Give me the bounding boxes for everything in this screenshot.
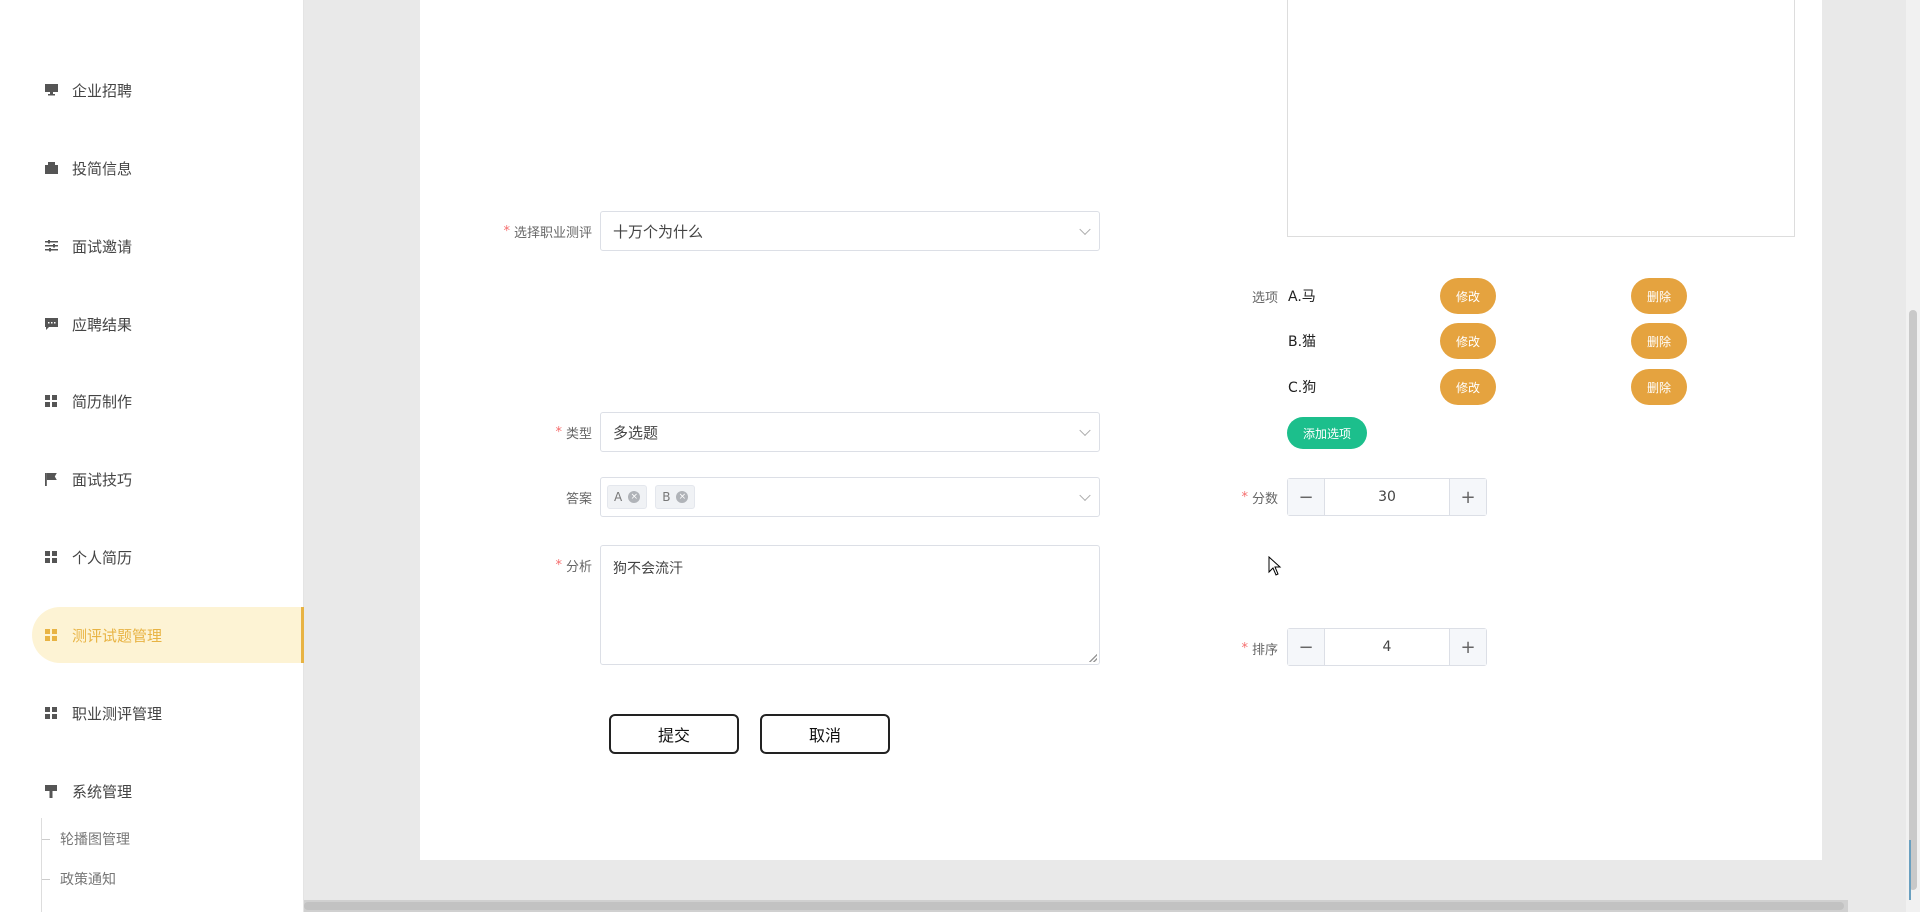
sidebar-subitem-label: 政策通知 xyxy=(60,872,116,888)
sidebar-item-interview-invitations[interactable]: 面试邀请 xyxy=(32,218,304,274)
order-stepper[interactable]: − 4 + xyxy=(1287,628,1487,666)
analysis-textarea[interactable]: 狗不会流汗 xyxy=(600,545,1100,665)
edit-option-b-button[interactable]: 修改 xyxy=(1440,323,1496,359)
answer-label: 答案 xyxy=(565,491,592,507)
order-value[interactable]: 4 xyxy=(1325,629,1449,665)
grid-icon xyxy=(44,394,58,408)
analysis-text: 狗不会流汗 xyxy=(613,561,683,577)
delete-option-a-button[interactable]: 删除 xyxy=(1631,278,1687,314)
chevron-down-icon xyxy=(1079,424,1091,437)
sidebar-item-enterprise-recruitment[interactable]: 企业招聘 xyxy=(32,62,304,118)
type-label: * 类型 xyxy=(555,424,592,442)
wallet-icon xyxy=(44,161,58,175)
score-increment-button[interactable]: + xyxy=(1449,479,1486,515)
submit-button[interactable]: 提交 xyxy=(609,714,739,754)
edit-option-a-button[interactable]: 修改 xyxy=(1440,278,1496,314)
resize-grip-icon[interactable] xyxy=(1089,654,1097,662)
analysis-label: * 分析 xyxy=(555,557,592,575)
scroll-position-marker xyxy=(1909,840,1917,900)
cancel-button[interactable]: 取消 xyxy=(760,714,890,754)
sidebar-subitem-policy-notice[interactable]: 政策通知 xyxy=(42,866,116,892)
sidebar-item-resume-submissions[interactable]: 投简信息 xyxy=(32,140,304,196)
score-stepper[interactable]: − 30 + xyxy=(1287,478,1487,516)
sidebar-item-label: 面试技巧 xyxy=(72,470,133,489)
vertical-scrollbar[interactable] xyxy=(1906,0,1920,912)
order-label: * 排序 xyxy=(1241,640,1278,658)
sidebar: 企业招聘 投简信息 面试邀请 应聘结果 简历制作 面试技巧 个人简历 测评试题管… xyxy=(0,0,304,912)
answer-select[interactable]: A × B × xyxy=(600,477,1100,517)
sidebar-item-label: 职业测评管理 xyxy=(72,704,163,723)
brush-icon xyxy=(44,784,58,798)
delete-option-c-button[interactable]: 删除 xyxy=(1631,369,1687,405)
sidebar-item-application-results[interactable]: 应聘结果 xyxy=(32,296,304,352)
vertical-scrollbar-thumb[interactable] xyxy=(1909,310,1917,890)
option-text-c: C.狗 xyxy=(1288,380,1317,396)
close-icon[interactable]: × xyxy=(628,491,641,503)
score-decrement-button[interactable]: − xyxy=(1288,479,1325,515)
score-value[interactable]: 30 xyxy=(1325,479,1449,515)
type-select[interactable]: 多选题 xyxy=(600,412,1100,452)
sidebar-item-resume-builder[interactable]: 简历制作 xyxy=(32,373,304,429)
sidebar-item-interview-tips[interactable]: 面试技巧 xyxy=(32,451,304,507)
sliders-icon xyxy=(44,239,58,253)
answer-tag-a: A × xyxy=(607,485,648,509)
horizontal-scrollbar[interactable] xyxy=(304,900,1848,912)
sidebar-subitem-carousel-management[interactable]: 轮播图管理 xyxy=(42,826,130,852)
sidebar-item-label: 投简信息 xyxy=(72,159,133,178)
sidebar-item-career-assessment-management[interactable]: 职业测评管理 xyxy=(32,685,304,741)
assessment-label: * 选择职业测评 xyxy=(503,223,592,241)
edit-option-c-button[interactable]: 修改 xyxy=(1440,369,1496,405)
sidebar-item-label: 测评试题管理 xyxy=(72,626,163,645)
grid-icon xyxy=(44,706,58,720)
chat-icon xyxy=(44,317,58,331)
grid-icon xyxy=(44,628,58,642)
type-select-value: 多选题 xyxy=(613,423,659,442)
order-increment-button[interactable]: + xyxy=(1449,629,1486,665)
answer-tag-b: B × xyxy=(655,485,696,509)
options-label: 选项 xyxy=(1251,290,1278,306)
option-text-a: A.马 xyxy=(1288,289,1316,305)
chevron-down-icon xyxy=(1079,223,1091,236)
mouse-cursor-icon xyxy=(1268,555,1282,580)
grid-icon xyxy=(44,550,58,564)
image-preview-box xyxy=(1287,0,1795,237)
sidebar-item-personal-resume[interactable]: 个人简历 xyxy=(32,529,304,585)
add-option-button[interactable]: 添加选项 xyxy=(1287,417,1367,449)
sidebar-item-label: 个人简历 xyxy=(72,548,133,567)
sidebar-subitem-label: 轮播图管理 xyxy=(60,832,130,848)
flag-icon xyxy=(44,472,58,486)
option-text-b: B.猫 xyxy=(1288,334,1317,350)
assessment-select[interactable]: 十万个为什么 xyxy=(600,211,1100,251)
sidebar-item-label: 应聘结果 xyxy=(72,315,133,334)
close-icon[interactable]: × xyxy=(676,491,689,503)
chevron-down-icon xyxy=(1079,489,1091,502)
delete-option-b-button[interactable]: 删除 xyxy=(1631,323,1687,359)
sidebar-item-label: 系统管理 xyxy=(72,782,133,801)
sidebar-item-system-management[interactable]: 系统管理 xyxy=(32,763,304,819)
sidebar-item-label: 简历制作 xyxy=(72,392,133,411)
sidebar-item-test-question-management[interactable]: 测评试题管理 xyxy=(32,607,304,663)
assessment-select-value: 十万个为什么 xyxy=(613,222,704,241)
order-decrement-button[interactable]: − xyxy=(1288,629,1325,665)
horizontal-scrollbar-thumb[interactable] xyxy=(304,902,1844,910)
score-label: * 分数 xyxy=(1241,489,1278,507)
sidebar-item-label: 企业招聘 xyxy=(72,81,133,100)
monitor-icon xyxy=(44,83,58,97)
sidebar-item-label: 面试邀请 xyxy=(72,237,133,256)
